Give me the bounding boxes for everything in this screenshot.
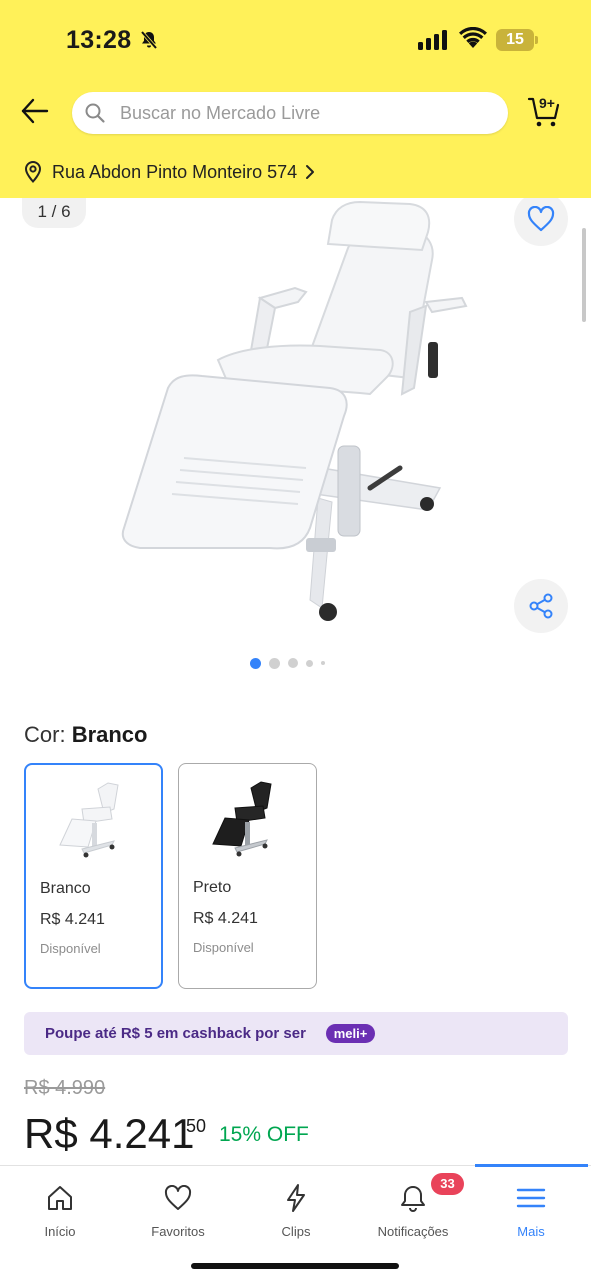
search-bar[interactable] xyxy=(72,92,508,134)
variant-card-branco[interactable]: Branco R$ 4.241 Disponível xyxy=(24,763,163,989)
clips-icon xyxy=(287,1184,305,1212)
variant-status: Disponível xyxy=(193,940,254,955)
original-price: R$ 4.990 xyxy=(24,1077,106,1099)
product-gallery[interactable]: 1 / 6 xyxy=(0,198,591,688)
cashback-banner[interactable]: Poupe até R$ 5 em cashback por ser meli+ xyxy=(24,1012,568,1055)
variant-name: Preto xyxy=(193,879,232,896)
pagination-dot[interactable] xyxy=(250,657,261,669)
selected-color: Branco xyxy=(71,722,148,747)
price-cents: 50 xyxy=(186,1116,207,1136)
image-counter: 1 / 6 xyxy=(22,198,86,228)
variant-status: Disponível xyxy=(40,941,101,956)
bell-off-icon xyxy=(140,30,158,50)
pagination-dot[interactable] xyxy=(321,661,325,665)
battery-icon: 15 xyxy=(496,29,538,51)
status-time: 13:28 xyxy=(66,26,132,54)
nav-item-favoritos[interactable]: Favoritos xyxy=(128,1182,228,1239)
share-button[interactable] xyxy=(514,579,568,633)
nav-item-mais[interactable]: Mais xyxy=(481,1182,581,1239)
home-indicator[interactable] xyxy=(191,1263,399,1269)
battery-level: 15 xyxy=(496,29,534,51)
nav-label: Mais xyxy=(517,1224,545,1239)
variant-thumbnail xyxy=(59,782,119,858)
heart-icon xyxy=(164,1185,192,1210)
search-input[interactable] xyxy=(120,92,490,134)
location-text: Rua Abdon Pinto Monteiro 574 xyxy=(52,161,298,182)
bottom-navigation: Início Favoritos Clips Notificações 33 M… xyxy=(0,1164,591,1280)
cashback-text: Poupe até R$ 5 em cashback por ser xyxy=(45,1025,306,1042)
location-pin-icon xyxy=(24,161,42,183)
search-icon xyxy=(85,103,105,123)
signal-icon xyxy=(418,30,447,50)
nav-item-inicio[interactable]: Início xyxy=(10,1182,110,1239)
bell-icon xyxy=(401,1186,425,1212)
wifi-icon xyxy=(459,27,487,48)
variant-name: Branco xyxy=(40,880,91,897)
pagination-dot[interactable] xyxy=(288,658,298,668)
discount-label: 15% OFF xyxy=(219,1123,309,1146)
variant-thumbnail xyxy=(212,781,272,857)
app-header: 13:28 15 9+ xyxy=(0,0,591,198)
scrollbar[interactable] xyxy=(582,228,586,322)
notifications-badge: 33 xyxy=(431,1173,464,1195)
variant-card-preto[interactable]: Preto R$ 4.241 Disponível xyxy=(178,763,317,989)
active-tab-indicator xyxy=(475,1164,588,1167)
pagination-dot[interactable] xyxy=(306,659,313,667)
nav-label: Notificações xyxy=(377,1224,449,1239)
share-icon xyxy=(529,593,553,619)
meli-plus-badge: meli+ xyxy=(326,1024,375,1043)
product-image[interactable] xyxy=(110,198,480,628)
cart-count-badge: 9+ xyxy=(539,95,555,111)
back-arrow-icon[interactable] xyxy=(18,94,52,128)
delivery-location[interactable]: Rua Abdon Pinto Monteiro 574 xyxy=(24,158,315,186)
color-label-prefix: Cor: xyxy=(24,722,66,747)
gallery-pagination[interactable] xyxy=(250,657,333,669)
heart-icon xyxy=(527,206,555,232)
nav-label: Favoritos xyxy=(151,1224,205,1239)
pagination-dot[interactable] xyxy=(269,657,280,669)
nav-label: Início xyxy=(44,1224,76,1239)
home-icon xyxy=(48,1186,72,1210)
nav-label: Clips xyxy=(281,1224,311,1239)
favorite-button[interactable] xyxy=(514,198,568,246)
variant-price: R$ 4.241 xyxy=(193,910,258,927)
variant-price: R$ 4.241 xyxy=(40,911,105,928)
nav-item-clips[interactable]: Clips xyxy=(246,1182,346,1239)
current-price: R$ 4.241 xyxy=(24,1110,195,1157)
chevron-right-icon xyxy=(306,165,315,179)
color-label: Cor: Branco xyxy=(24,722,147,748)
menu-icon xyxy=(516,1188,546,1208)
